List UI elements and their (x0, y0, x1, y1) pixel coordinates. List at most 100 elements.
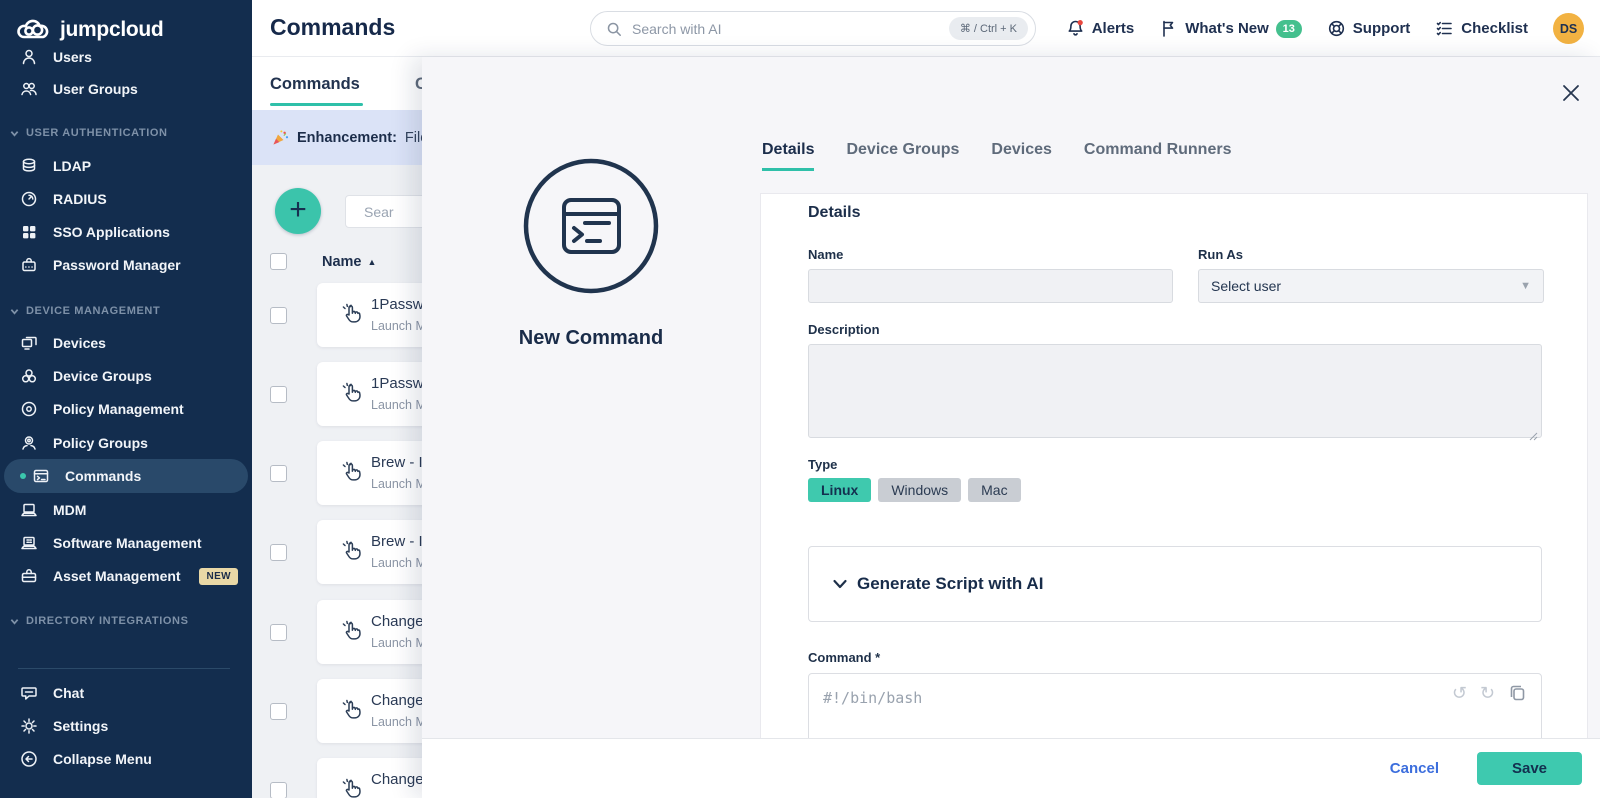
sidebar-item-ldap[interactable]: LDAP (0, 149, 252, 183)
sidebar-item-commands[interactable]: Commands (4, 459, 248, 493)
active-tab-underline (270, 103, 363, 106)
mdm-icon (20, 501, 38, 519)
commands-icon (32, 467, 50, 485)
panel-tabs: Details Device Groups Devices Command Ru… (762, 141, 1231, 171)
global-search-input[interactable] (632, 21, 949, 37)
add-command-button[interactable]: + (275, 188, 321, 234)
active-dot (20, 473, 26, 479)
row-checkbox[interactable] (270, 782, 287, 798)
name-column-header[interactable]: Name (322, 254, 362, 270)
command-editor[interactable]: #!/bin/bash ↺ ↻ (808, 673, 1542, 738)
sidebar-item-software-management[interactable]: Software Management (0, 526, 252, 560)
collapse-arrow-icon (20, 750, 38, 768)
sort-asc-icon[interactable]: ▲ (368, 257, 377, 267)
gear-icon (20, 717, 38, 735)
type-windows-button[interactable]: Windows (878, 478, 961, 502)
whats-new-button[interactable]: What's New 13 (1159, 19, 1302, 38)
command-label: Command * (808, 650, 1542, 665)
checklist-button[interactable]: Checklist (1435, 19, 1528, 38)
policy-groups-icon (20, 434, 38, 452)
row-checkbox[interactable] (270, 307, 287, 324)
sidebar-item-users[interactable]: Users (0, 47, 252, 74)
tab-details[interactable]: Details (762, 141, 814, 171)
editor-toolbar: ↺ ↻ (1452, 683, 1527, 702)
tab-command-runners[interactable]: Command Runners (1084, 141, 1232, 171)
type-chips: Linux Windows Mac (808, 478, 1542, 502)
asset-management-icon (20, 567, 38, 585)
type-linux-button[interactable]: Linux (808, 478, 871, 502)
section-device-management[interactable]: DEVICE MANAGEMENT (10, 296, 252, 326)
row-checkbox[interactable] (270, 386, 287, 403)
tap-hand-icon (339, 698, 364, 724)
row-checkbox[interactable] (270, 465, 287, 482)
tap-hand-icon (339, 539, 364, 565)
tap-hand-icon (339, 381, 364, 407)
plus-icon: + (289, 195, 307, 225)
sidebar-item-device-groups[interactable]: Device Groups (0, 359, 252, 393)
row-checkbox[interactable] (270, 703, 287, 720)
topbar: Commands ⌘ / Ctrl + K Alerts What's New … (252, 0, 1600, 57)
undo-icon[interactable]: ↺ (1452, 684, 1467, 702)
flag-icon (1159, 19, 1178, 38)
row-checkbox[interactable] (270, 544, 287, 561)
tap-hand-icon (339, 460, 364, 486)
user-icon (20, 48, 38, 66)
generate-script-ai-section[interactable]: Generate Script with AI (808, 546, 1542, 622)
redo-icon[interactable]: ↻ (1480, 684, 1495, 702)
tab-devices[interactable]: Devices (991, 141, 1052, 171)
software-management-icon (20, 534, 38, 552)
sidebar-item-policy-groups[interactable]: Policy Groups (0, 426, 252, 460)
run-as-select[interactable]: Select user ▼ (1198, 269, 1544, 303)
sidebar-item-chat[interactable]: Chat (0, 676, 252, 710)
alerts-button[interactable]: Alerts (1066, 19, 1135, 38)
page-title: Commands (270, 14, 395, 41)
user-group-icon (20, 80, 38, 98)
chevron-down-icon (10, 617, 19, 626)
keyboard-shortcut-badge: ⌘ / Ctrl + K (949, 17, 1028, 40)
section-user-authentication[interactable]: USER AUTHENTICATION (10, 118, 252, 148)
whats-new-count-badge: 13 (1276, 20, 1302, 38)
close-icon[interactable] (1560, 82, 1582, 104)
global-search[interactable]: ⌘ / Ctrl + K (590, 11, 1036, 46)
tap-hand-icon (339, 302, 364, 328)
section-directory-integrations[interactable]: DIRECTORY INTEGRATIONS (10, 606, 252, 636)
type-mac-button[interactable]: Mac (968, 478, 1020, 502)
tab-device-groups[interactable]: Device Groups (846, 141, 959, 171)
chevron-down-icon: ▼ (1520, 280, 1531, 292)
sidebar-item-settings[interactable]: Settings (0, 709, 252, 743)
sidebar-item-policy-management[interactable]: Policy Management (0, 392, 252, 426)
panel-footer: Cancel Save (422, 738, 1600, 798)
chevron-down-icon (10, 307, 19, 316)
sidebar-item-sso-applications[interactable]: SSO Applications (0, 215, 252, 249)
details-form: Details Name Run As Select user ▼ Descri… (760, 193, 1588, 738)
sidebar-divider (18, 668, 230, 669)
sidebar-item-devices[interactable]: Devices (0, 326, 252, 360)
description-field[interactable] (808, 344, 1542, 438)
copy-icon[interactable] (1508, 683, 1527, 702)
details-section-title: Details (808, 204, 1542, 222)
sidebar-item-asset-management[interactable]: Asset Management NEW (0, 559, 252, 593)
app: jumpcloud Users User Groups USER AUTHENT… (0, 0, 1600, 798)
type-label: Type (808, 457, 1542, 472)
sidebar-item-user-groups[interactable]: User Groups (0, 72, 252, 106)
support-button[interactable]: Support (1327, 19, 1411, 38)
panel-left-column: New Command (422, 57, 760, 738)
cancel-button[interactable]: Cancel (1390, 760, 1439, 777)
row-checkbox[interactable] (270, 624, 287, 641)
logo-text: jumpcloud (60, 18, 163, 42)
password-manager-icon (20, 256, 38, 274)
sidebar-item-password-manager[interactable]: Password Manager (0, 248, 252, 282)
sidebar-item-collapse-menu[interactable]: Collapse Menu (0, 742, 252, 776)
devices-icon (20, 334, 38, 352)
save-button[interactable]: Save (1477, 752, 1582, 785)
avatar[interactable]: DS (1553, 13, 1584, 44)
chevron-down-icon (832, 576, 848, 592)
tab-commands[interactable]: Commands (270, 75, 360, 94)
banner-bold-text: Enhancement: (297, 130, 397, 146)
topbar-actions: Alerts What's New 13 Support Checklist D… (1066, 0, 1584, 57)
chevron-down-icon (10, 129, 19, 138)
select-all-checkbox[interactable] (270, 253, 287, 270)
name-field[interactable] (808, 269, 1173, 303)
sidebar-item-mdm[interactable]: MDM (0, 493, 252, 527)
sidebar-item-radius[interactable]: RADIUS (0, 182, 252, 216)
